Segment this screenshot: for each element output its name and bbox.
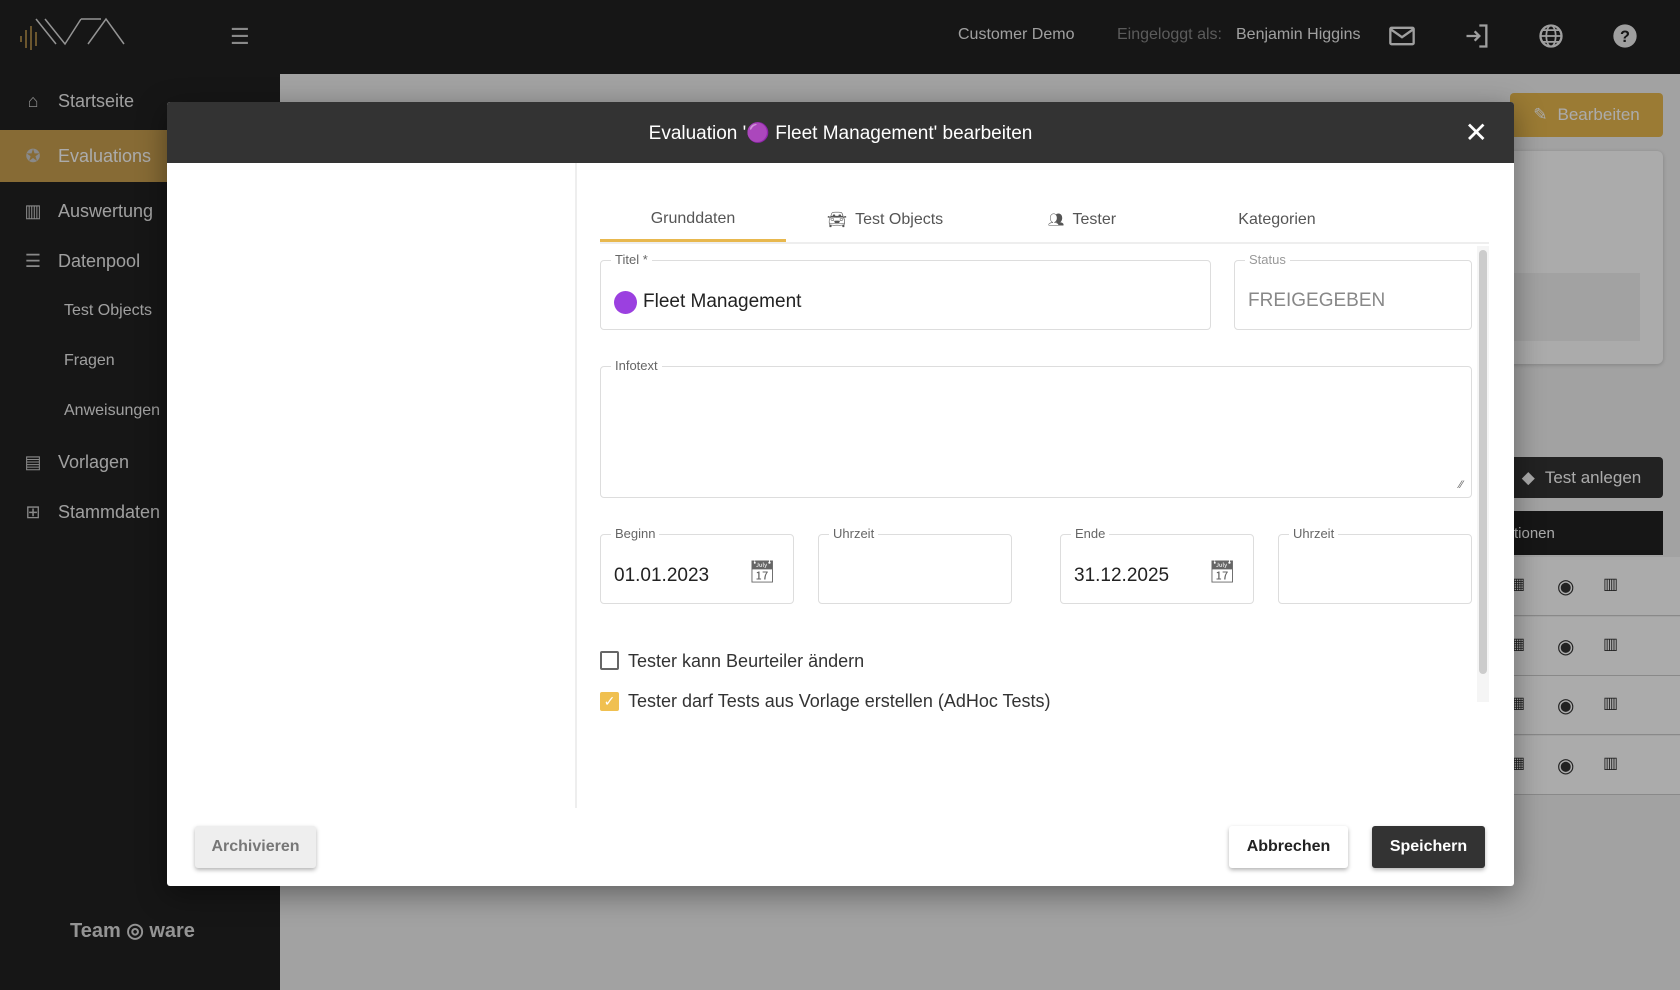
tab-kategorien[interactable]: Kategorien <box>1197 198 1357 242</box>
car-icon: 🚘︎ <box>826 212 848 229</box>
people-icon: 👥︎ <box>1047 212 1065 227</box>
begin-date-field[interactable]: Beginn 01.01.2023 📅︎ <box>600 526 794 604</box>
status-field: Status FREIGEGEBEN <box>1234 252 1472 330</box>
dialog-header: Evaluation '🟣 Fleet Management' bearbeit… <box>167 102 1514 163</box>
tab-grunddaten[interactable]: Grunddaten <box>600 198 786 242</box>
end-time-field[interactable]: Uhrzeit <box>1278 526 1472 604</box>
save-button[interactable]: Speichern <box>1372 826 1485 868</box>
infotext-textarea[interactable]: Infotext ⁄⁄ <box>600 358 1472 498</box>
end-date-field[interactable]: Ende 31.12.2025 📅︎ <box>1060 526 1254 604</box>
title-field[interactable]: Titel * Fleet Management <box>600 252 1211 330</box>
tab-test-objects[interactable]: 🚘︎ Test Objects <box>800 198 970 242</box>
checkbox-label: Tester kann Beurteiler ändern <box>628 651 865 671</box>
tester-change-assessor-checkbox[interactable] <box>600 651 619 670</box>
scrollbar[interactable] <box>1477 246 1489 702</box>
tab-tester[interactable]: 👥︎ Tester <box>1007 198 1157 242</box>
resize-handle-icon[interactable]: ⁄⁄ <box>1459 479 1463 491</box>
edit-evaluation-dialog: Evaluation '🟣 Fleet Management' bearbeit… <box>167 102 1514 886</box>
tab-divider <box>600 242 1489 244</box>
calendar-icon[interactable]: 📅︎ <box>1208 559 1236 585</box>
begin-time-field[interactable]: Uhrzeit <box>818 526 1012 604</box>
dialog-title: Evaluation '🟣 Fleet Management' bearbeit… <box>648 122 1033 144</box>
calendar-icon[interactable]: 📅︎ <box>748 559 776 585</box>
adhoc-tests-checkbox[interactable]: ✓ <box>600 692 619 711</box>
dialog-side-panel <box>167 163 577 808</box>
purple-circle-icon <box>614 291 637 314</box>
close-icon[interactable]: ✕ <box>1465 116 1488 149</box>
checkbox-label: Tester darf Tests aus Vorlage erstellen … <box>628 691 1051 711</box>
cancel-button[interactable]: Abbrechen <box>1229 826 1348 868</box>
archive-button[interactable]: Archivieren <box>195 826 316 868</box>
